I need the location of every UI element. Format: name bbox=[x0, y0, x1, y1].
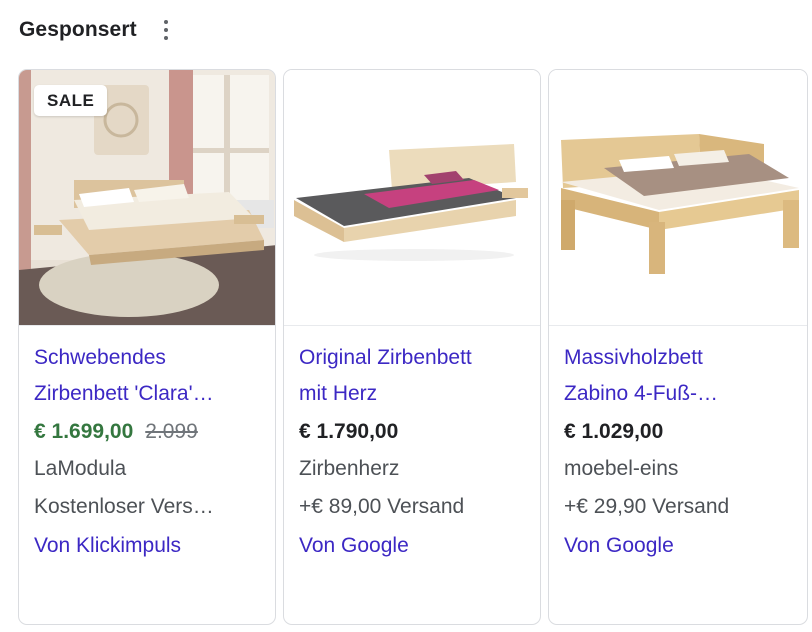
price-row: € 1.790,00 bbox=[299, 414, 525, 450]
product-title-line[interactable]: Massivholzbett bbox=[564, 340, 792, 376]
product-title[interactable]: Original Zirbenbett mit Herz bbox=[299, 340, 525, 412]
sale-price: € 1.699,00 bbox=[34, 420, 134, 443]
more-vert-icon[interactable] bbox=[159, 17, 173, 43]
product-title-line[interactable]: Zirbenbett 'Clara'… bbox=[34, 376, 260, 412]
product-title[interactable]: Massivholzbett Zabino 4-Fuß-… bbox=[564, 340, 792, 412]
bed-photo bbox=[549, 70, 807, 325]
product-card[interactable]: Original Zirbenbett mit Herz € 1.790,00 … bbox=[283, 69, 541, 625]
ad-provider-link[interactable]: Von Klickimpuls bbox=[34, 526, 260, 566]
product-price: € 1.029,00 bbox=[564, 420, 664, 443]
product-title[interactable]: Schwebendes Zirbenbett 'Clara'… bbox=[34, 340, 260, 412]
ad-provider-link[interactable]: Von Google bbox=[564, 526, 792, 566]
product-card[interactable]: SALE Schwebendes Zirbenbett 'Clara'… € 1… bbox=[18, 69, 276, 625]
price-row: € 1.029,00 bbox=[564, 414, 792, 450]
shipping-info: Kostenloser Vers… bbox=[34, 495, 214, 518]
price-row: € 1.699,00 2.099 bbox=[34, 414, 260, 450]
product-title-line[interactable]: Schwebendes bbox=[34, 340, 260, 376]
product-image[interactable] bbox=[284, 70, 540, 326]
product-price: € 1.790,00 bbox=[299, 420, 399, 443]
product-image[interactable]: SALE bbox=[19, 70, 275, 326]
product-card[interactable]: Massivholzbett Zabino 4-Fuß-… € 1.029,00… bbox=[548, 69, 808, 625]
product-carousel: SALE Schwebendes Zirbenbett 'Clara'… € 1… bbox=[18, 69, 808, 625]
product-title-line[interactable]: mit Herz bbox=[299, 376, 525, 412]
merchant-name: LaModula bbox=[34, 457, 127, 480]
product-image[interactable] bbox=[549, 70, 807, 326]
shipping-info: +€ 29,90 Versand bbox=[564, 495, 730, 518]
merchant-name: Zirbenherz bbox=[299, 457, 400, 480]
original-price: 2.099 bbox=[145, 420, 198, 443]
sale-badge: SALE bbox=[34, 85, 108, 116]
bed-photo bbox=[284, 70, 540, 325]
merchant-name: moebel-eins bbox=[564, 457, 679, 480]
sponsored-header: Gesponsert bbox=[19, 17, 173, 43]
ad-provider-link[interactable]: Von Google bbox=[299, 526, 525, 566]
product-title-line[interactable]: Zabino 4-Fuß-… bbox=[564, 376, 792, 412]
sponsored-label: Gesponsert bbox=[19, 18, 137, 41]
shipping-info: +€ 89,00 Versand bbox=[299, 495, 465, 518]
product-title-line[interactable]: Original Zirbenbett bbox=[299, 340, 525, 376]
